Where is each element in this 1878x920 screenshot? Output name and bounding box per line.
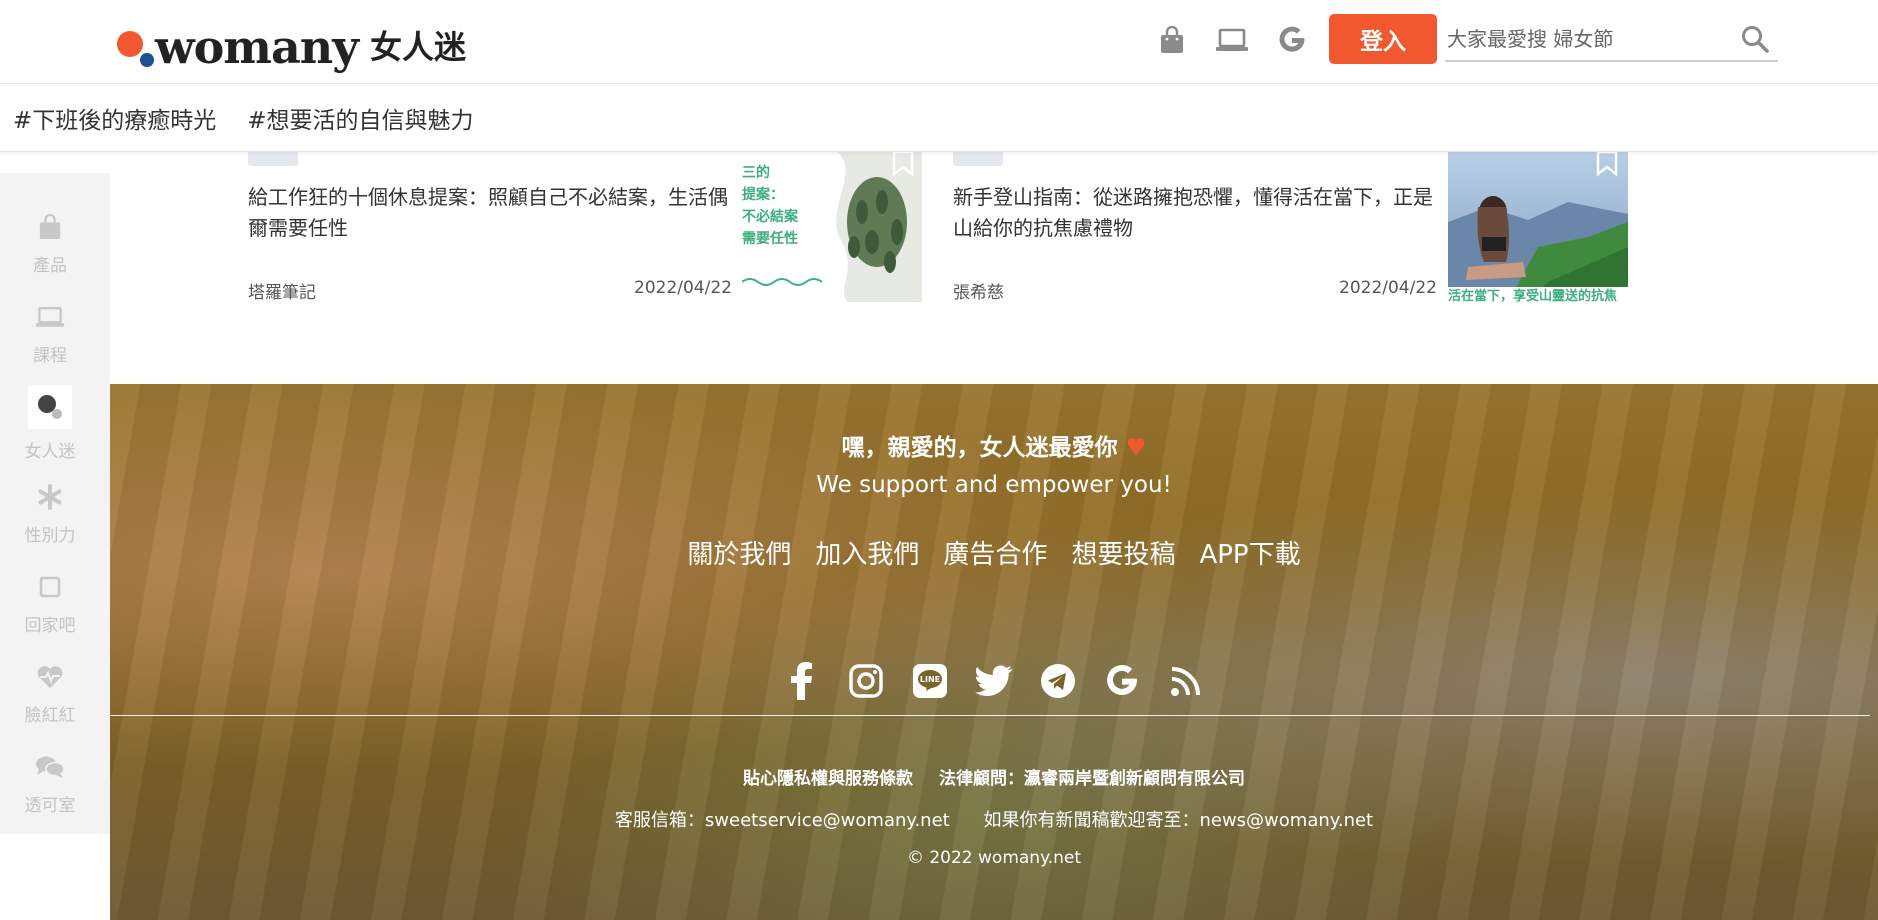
chat-bubbles-icon <box>30 747 70 787</box>
search-box <box>1445 16 1778 62</box>
thumbnail-caption: 三的 提案： 不必結案 需要任性 <box>742 165 798 247</box>
footer-love-line: 嘿，親愛的，女人迷最愛你 ♥ <box>110 428 1878 462</box>
svg-text:LINE: LINE <box>920 675 940 684</box>
category-chip <box>248 152 298 166</box>
heartbeat-icon <box>30 657 70 697</box>
google-icon[interactable] <box>1103 662 1141 700</box>
line-icon[interactable]: LINE <box>911 662 949 700</box>
bag-icon[interactable] <box>1152 22 1192 58</box>
article-title[interactable]: 給工作狂的十個休息提案：照顧自己不必結案，生活偶爾需要任性 <box>248 182 738 244</box>
footer-divider <box>110 715 1870 716</box>
instagram-icon[interactable] <box>847 662 885 700</box>
footer-love-text: 嘿，親愛的，女人迷最愛你 <box>841 435 1118 461</box>
article-date: 2022/04/22 <box>1339 278 1437 298</box>
footer-slogan: We support and empower you! <box>816 472 1172 498</box>
article-author[interactable]: 張希慈 <box>953 278 1004 303</box>
footer-links: 關於我們 加入我們 廣告合作 想要投稿 APP下載 <box>110 534 1878 571</box>
womany-logo-icon <box>28 385 72 429</box>
logo-chinese-name: 女人迷 <box>369 28 466 66</box>
footer-link-about[interactable]: 關於我們 <box>687 534 791 571</box>
rss-icon[interactable] <box>1167 662 1205 700</box>
privacy-terms-link[interactable]: 貼心隱私權與服務條款 <box>743 769 913 789</box>
twitter-icon[interactable] <box>975 662 1013 700</box>
sidebar-item-label: 臉紅紅 <box>24 706 76 726</box>
laptop-icon[interactable] <box>1212 22 1252 58</box>
heart-icon: ♥ <box>1125 435 1147 461</box>
sidebar-item-products[interactable]: 產品 <box>0 207 100 297</box>
article-thumbnail[interactable]: 三的 提案： 不必結案 需要任性 <box>742 152 922 302</box>
bag-icon <box>30 207 70 247</box>
social-links: LINE <box>110 662 1878 700</box>
sidebar-item-label: 回家吧 <box>24 616 76 636</box>
sidebar-item-gender[interactable]: 性別力 <box>0 477 100 567</box>
sidebar-item-talk[interactable]: 透可室 <box>0 747 100 837</box>
hashtag-link[interactable]: #想要活的自信與魅力 <box>247 101 473 135</box>
footer-link-app[interactable]: APP下載 <box>1199 534 1300 571</box>
service-email[interactable]: 客服信箱：sweetservice@womany.net <box>615 810 950 831</box>
article-title[interactable]: 新手登山指南：從迷路擁抱恐懼，懂得活在當下，正是山給你的抗焦慮禮物 <box>953 182 1443 244</box>
sidebar-item-label: 產品 <box>33 256 67 276</box>
laptop-icon <box>30 297 70 337</box>
sidebar-item-blush[interactable]: 臉紅紅 <box>0 657 100 747</box>
asterisk-icon <box>30 477 70 517</box>
search-input[interactable] <box>1447 22 1727 56</box>
logo-dots-icon <box>115 25 159 69</box>
article-thumbnail[interactable]: 活在當下，享受山靈送的抗焦 <box>1448 152 1628 302</box>
sidebar-item-label: 透可室 <box>24 796 76 816</box>
sidebar-item-courses[interactable]: 課程 <box>0 297 100 387</box>
womany-logo[interactable]: womany 女人迷 <box>115 22 466 72</box>
footer-legal: 貼心隱私權與服務條款 法律顧問：瀛睿兩岸暨創新顧問有限公司 <box>110 764 1878 789</box>
square-icon <box>30 567 70 607</box>
thumbnail-caption: 活在當下，享受山靈送的抗焦 <box>1448 289 1618 302</box>
footer-link-ads[interactable]: 廣告合作 <box>943 534 1047 571</box>
sidebar-item-label: 女人迷 <box>24 442 76 462</box>
footer-link-submit[interactable]: 想要投稿 <box>1071 534 1175 571</box>
sidebar-item-womany[interactable]: 女人迷 <box>0 385 100 479</box>
search-icon[interactable] <box>1738 22 1772 56</box>
facebook-icon[interactable] <box>783 662 821 700</box>
article-card[interactable]: 給工作狂的十個休息提案：照顧自己不必結案，生活偶爾需要任性 塔羅筆記 2022/… <box>248 152 928 303</box>
top-header: womany 女人迷 登入 <box>0 0 1878 84</box>
telegram-icon[interactable] <box>1039 662 1077 700</box>
hashtag-bar: #下班後的療癒時光 #想要活的自信與魅力 <box>0 85 1878 152</box>
logo-wordmark: womany <box>155 20 359 74</box>
article-author[interactable]: 塔羅筆記 <box>248 278 316 303</box>
footer-contact: 客服信箱：sweetservice@womany.net 如果你有新聞稿歡迎寄至… <box>110 806 1878 832</box>
sidebar-item-label: 性別力 <box>24 526 76 546</box>
hashtag-link[interactable]: #下班後的療癒時光 <box>13 101 216 135</box>
category-chip <box>953 152 1003 166</box>
google-icon[interactable] <box>1272 22 1312 58</box>
article-card[interactable]: 新手登山指南：從迷路擁抱恐懼，懂得活在當下，正是山給你的抗焦慮禮物 張希慈 20… <box>953 152 1633 303</box>
legal-advisor-text: 法律顧問：瀛睿兩岸暨創新顧問有限公司 <box>938 769 1245 789</box>
site-footer: 嘿，親愛的，女人迷最愛你 ♥ We support and empower yo… <box>110 384 1878 920</box>
side-nav: 產品 課程 女人迷 性別力 回家吧 臉紅紅 透可室 <box>0 173 110 834</box>
footer-background-image <box>110 384 1878 920</box>
login-button[interactable]: 登入 <box>1329 14 1437 64</box>
news-email[interactable]: 如果你有新聞稿歡迎寄至：news@womany.net <box>983 810 1373 831</box>
sidebar-item-label: 課程 <box>33 346 67 366</box>
sidebar-item-home[interactable]: 回家吧 <box>0 567 100 657</box>
footer-link-join[interactable]: 加入我們 <box>815 534 919 571</box>
article-date: 2022/04/22 <box>634 278 732 298</box>
copyright: © 2022 womany.net <box>906 848 1082 868</box>
